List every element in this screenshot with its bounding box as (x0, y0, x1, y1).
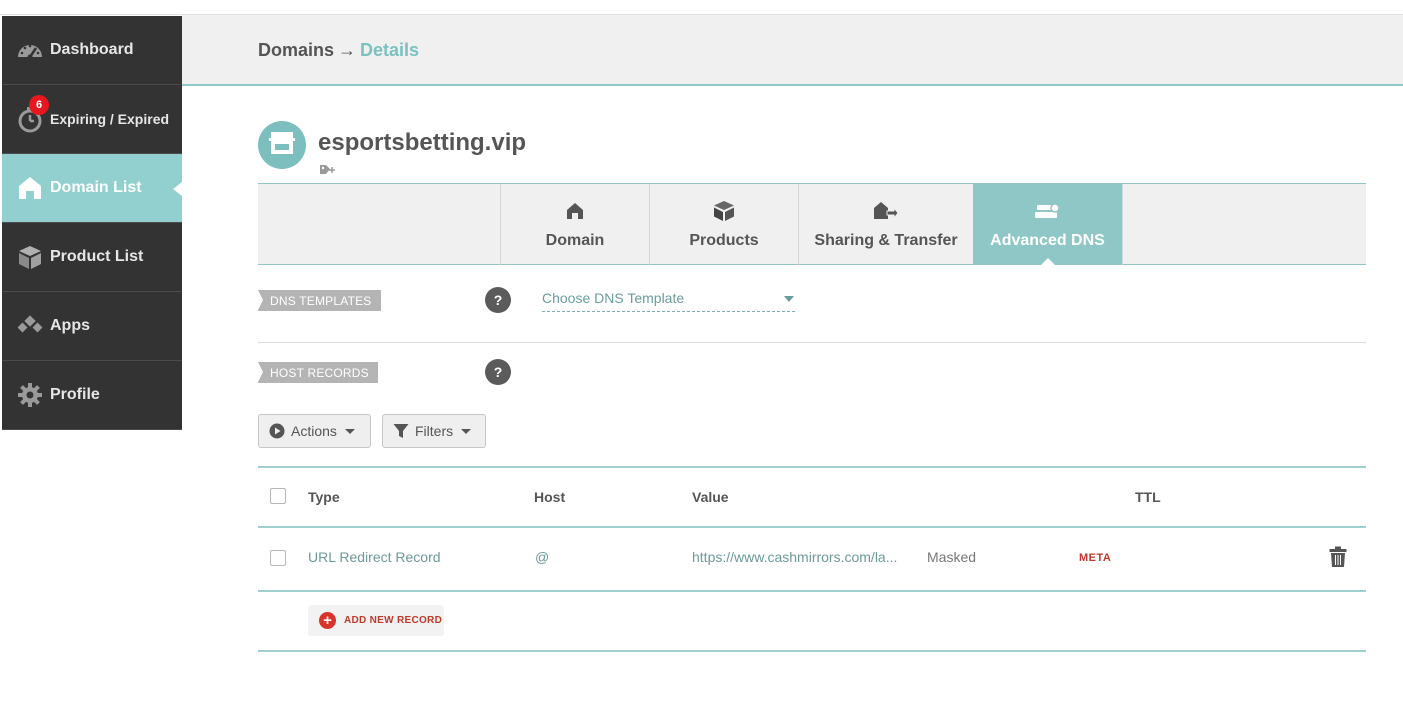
add-new-record-label: ADD NEW RECORD (344, 615, 443, 626)
row-checkbox[interactable] (270, 550, 286, 566)
tab-label: Domain (545, 232, 605, 249)
breadcrumb-separator: → (338, 40, 357, 60)
actions-label: Actions (291, 423, 337, 439)
column-header-type[interactable]: Type (308, 489, 340, 505)
dns-templates-label: DNS TEMPLATES (258, 290, 381, 311)
column-header-host[interactable]: Host (534, 489, 565, 505)
record-type[interactable]: URL Redirect Record (308, 549, 441, 565)
chevron-down-icon (461, 428, 472, 434)
tab-divider (1122, 184, 1123, 265)
record-host[interactable]: @ (535, 549, 549, 565)
trash-icon[interactable] (1329, 546, 1347, 573)
column-header-value[interactable]: Value (692, 489, 729, 505)
select-all-checkbox[interactable] (270, 488, 286, 504)
domain-tabs: Domain Products Sharing & Transfer Advan… (258, 183, 1366, 266)
table-bottom-border (258, 650, 1366, 652)
section-divider (258, 342, 1366, 343)
sidebar-item-label: Product List (50, 248, 144, 265)
dns-templates-help-icon[interactable]: ? (485, 287, 511, 313)
sidebar-item-apps[interactable]: Apps (2, 292, 182, 361)
plus-circle-icon: + (319, 612, 336, 629)
actions-button[interactable]: Actions (258, 414, 371, 448)
dns-template-select[interactable]: Choose DNS Template (542, 290, 795, 312)
storefront-icon (268, 130, 296, 161)
filters-button[interactable]: Filters (382, 414, 486, 448)
sidebar-item-label: Domain List (50, 179, 142, 196)
table-top-border (258, 466, 1366, 468)
sidebar-item-label: Apps (50, 317, 90, 334)
breadcrumb-root-link[interactable]: Domains (258, 40, 334, 60)
play-circle-icon (269, 423, 285, 439)
chevron-down-icon (784, 296, 794, 302)
sidebar-item-expiring[interactable]: 6 Expiring / Expired (2, 85, 182, 154)
host-records-label: HOST RECORDS (258, 362, 378, 383)
filters-label: Filters (415, 423, 454, 439)
sidebar-item-product-list[interactable]: Product List (2, 223, 182, 292)
record-redirect-mode[interactable]: Masked (927, 549, 976, 565)
tab-label: Sharing & Transfer (814, 232, 958, 249)
home-icon (566, 200, 584, 222)
add-tag-icon[interactable] (319, 163, 337, 181)
gear-icon (16, 381, 44, 409)
home-icon (16, 174, 44, 202)
sidebar-item-label: Dashboard (50, 41, 134, 58)
tab-sharing-transfer[interactable]: Sharing & Transfer (798, 184, 973, 265)
sidebar-item-dashboard[interactable]: Dashboard (2, 16, 182, 85)
speedometer-icon (16, 36, 44, 64)
sidebar-item-profile[interactable]: Profile (2, 361, 182, 430)
tab-products[interactable]: Products (649, 184, 798, 265)
sidebar: Dashboard 6 Expiring / Expired Domain Li… (2, 16, 182, 430)
breadcrumb: Domains → Details (258, 40, 419, 61)
breadcrumb-current: Details (360, 40, 420, 60)
expiring-count-badge: 6 (29, 95, 49, 115)
host-records-help-icon[interactable]: ? (485, 359, 511, 385)
table-header-border (258, 526, 1366, 528)
sidebar-item-label: Expiring / Expired (50, 111, 170, 127)
add-new-record-button[interactable]: + ADD NEW RECORD (308, 605, 444, 636)
dns-template-select-value: Choose DNS Template (542, 290, 685, 306)
box-icon (16, 243, 44, 271)
share-house-icon (873, 200, 899, 222)
table-row-border (258, 590, 1366, 592)
domain-title: esportsbetting.vip (318, 129, 527, 156)
server-icon (1034, 200, 1061, 222)
page-header: Domains → Details (182, 15, 1403, 86)
tab-label: Products (689, 232, 759, 249)
tab-advanced-dns[interactable]: Advanced DNS (973, 184, 1122, 266)
box-icon (713, 200, 735, 222)
domain-avatar (258, 121, 306, 169)
column-header-ttl[interactable]: TTL (1135, 489, 1161, 505)
sidebar-item-label: Profile (50, 386, 100, 403)
chevron-down-icon (344, 428, 355, 434)
record-meta-tag: META (1079, 552, 1112, 564)
diamonds-icon (16, 312, 44, 340)
filter-icon (393, 423, 409, 439)
tab-label: Advanced DNS (990, 232, 1105, 249)
tab-domain[interactable]: Domain (500, 184, 649, 265)
sidebar-item-domain-list[interactable]: Domain List (2, 154, 182, 223)
record-value[interactable]: https://www.cashmirrors.com/la... (692, 549, 897, 565)
